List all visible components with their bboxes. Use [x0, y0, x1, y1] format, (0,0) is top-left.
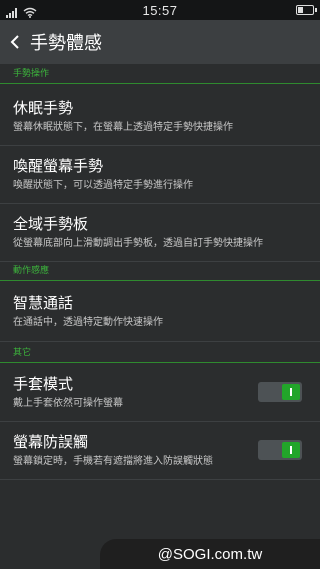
- item-description: 從螢幕底部向上滑動調出手勢板，透過自訂手勢快捷操作: [13, 238, 263, 249]
- item-title: 休眠手勢: [13, 99, 74, 117]
- back-arrow-icon[interactable]: [2, 20, 28, 64]
- item-title: 智慧通話: [13, 294, 74, 312]
- glove-mode-toggle[interactable]: [258, 382, 302, 402]
- toggle-knob: [282, 442, 300, 458]
- battery-icon: [296, 5, 317, 15]
- pocket-mode-toggle[interactable]: [258, 440, 302, 460]
- item-description: 喚醒狀態下，可以透過特定手勢進行操作: [13, 180, 193, 191]
- list-item-global-gesture-panel[interactable]: 全域手勢板 從螢幕底部向上滑動調出手勢板，透過自訂手勢快捷操作: [0, 204, 320, 262]
- status-bar: 15:57: [0, 0, 320, 20]
- watermark: @SOGI.com.tw: [100, 539, 320, 569]
- item-title: 喚醒螢幕手勢: [13, 157, 104, 175]
- section-header-gesture: 手勢操作: [0, 66, 320, 84]
- item-description: 螢幕休眠狀態下，在螢幕上透過特定手勢快捷操作: [13, 122, 233, 133]
- status-time: 15:57: [142, 2, 178, 18]
- section-header-other: 其它: [0, 345, 320, 363]
- list-item-smart-call[interactable]: 智慧通話 在通話中，透過特定動作快速操作: [0, 282, 320, 342]
- list-item-pocket-mode[interactable]: 螢幕防誤觸 螢幕鎖定時，手機若有遮擋將進入防誤觸狀態: [0, 422, 320, 480]
- list-item-glove-mode[interactable]: 手套模式 戴上手套依然可操作螢幕: [0, 364, 320, 422]
- list-item-wake-gesture[interactable]: 喚醒螢幕手勢 喚醒狀態下，可以透過特定手勢進行操作: [0, 146, 320, 204]
- item-title: 全域手勢板: [13, 215, 89, 233]
- app-header: 手勢體感: [0, 20, 320, 64]
- item-description: 在通話中，透過特定動作快速操作: [13, 317, 163, 328]
- list-item-sleep-gesture[interactable]: 休眠手勢 螢幕休眠狀態下，在螢幕上透過特定手勢快捷操作: [0, 86, 320, 146]
- page-title: 手勢體感: [30, 33, 102, 54]
- toggle-knob: [282, 384, 300, 400]
- section-header-motion: 動作感應: [0, 263, 320, 281]
